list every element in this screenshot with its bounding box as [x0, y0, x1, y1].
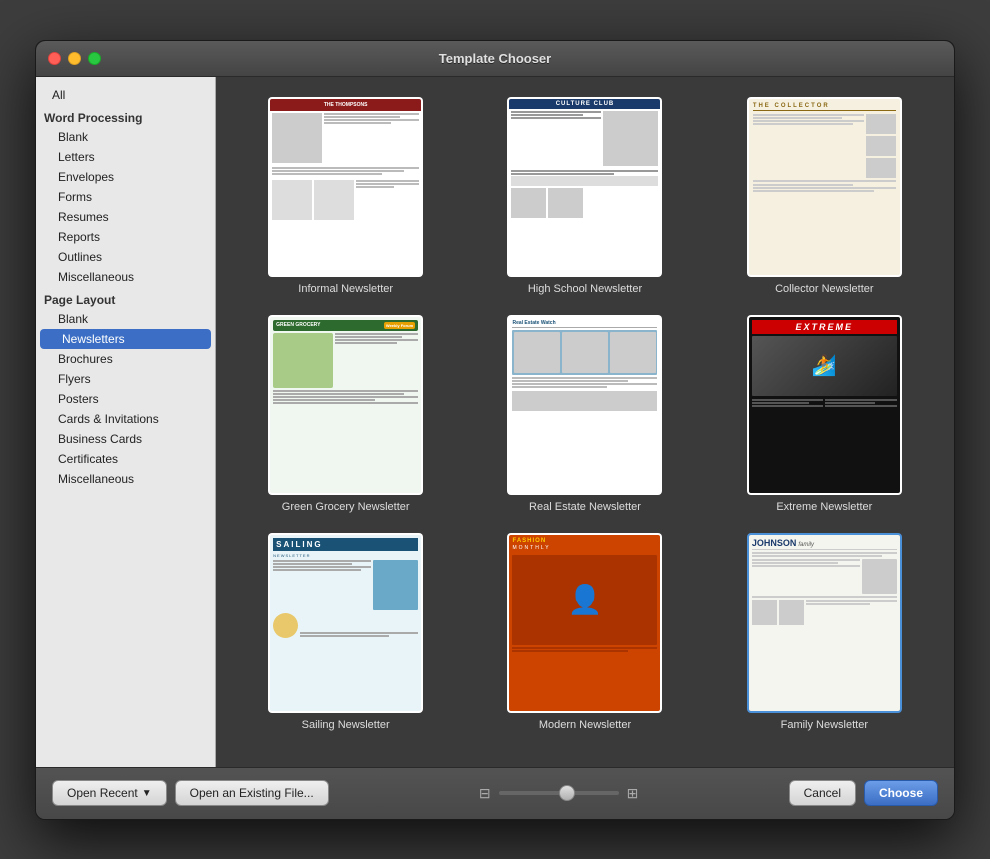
sidebar-category-word-processing: Word Processing: [36, 105, 215, 127]
close-button[interactable]: [48, 52, 61, 65]
sidebar: AllWord ProcessingBlankLettersEnvelopesF…: [36, 77, 216, 767]
sidebar-item-envelopes[interactable]: Envelopes: [36, 167, 215, 187]
template-thumb-informal: THE THOMPSONS: [268, 97, 423, 277]
zoom-in-icon: ⊞: [627, 785, 639, 802]
template-thumb-family: JOHNSON family: [747, 533, 902, 713]
zoom-slider-container: ⊟ ⊞: [337, 785, 781, 802]
template-label-informal: Informal Newsletter: [298, 283, 393, 295]
content-area: AllWord ProcessingBlankLettersEnvelopesF…: [36, 77, 954, 767]
minimize-button[interactable]: [68, 52, 81, 65]
cancel-button[interactable]: Cancel: [789, 780, 856, 806]
template-thumb-grocery: GREEN GROCERY Weekly Forum: [268, 315, 423, 495]
sidebar-item-brochures[interactable]: Brochures: [36, 349, 215, 369]
sidebar-item-certificates[interactable]: Certificates: [36, 449, 215, 469]
open-recent-button[interactable]: Open Recent ▼: [52, 780, 167, 806]
sidebar-item-outlines[interactable]: Outlines: [36, 247, 215, 267]
sidebar-item-misc-wp[interactable]: Miscellaneous: [36, 267, 215, 287]
sidebar-item-newsletters[interactable]: Newsletters: [40, 329, 211, 349]
sidebar-item-posters[interactable]: Posters: [36, 389, 215, 409]
template-item-informal[interactable]: THE THOMPSONS: [236, 97, 455, 295]
template-thumb-extreme: EXTREME 🏄: [747, 315, 902, 495]
templates-grid: THE THOMPSONS: [236, 97, 934, 731]
template-thumb-realestate: Real Estate Watch: [507, 315, 662, 495]
template-label-grocery: Green Grocery Newsletter: [282, 501, 410, 513]
sidebar-item-blank-pl[interactable]: Blank: [36, 309, 215, 329]
template-item-modern[interactable]: FASHION MONTHLY 👤 Modern Newsletter: [475, 533, 694, 731]
template-item-realestate[interactable]: Real Estate Watch Real Estate Newsletter: [475, 315, 694, 513]
sidebar-item-letters[interactable]: Letters: [36, 147, 215, 167]
template-item-collector[interactable]: THE COLLECTOR: [715, 97, 934, 295]
sidebar-item-reports[interactable]: Reports: [36, 227, 215, 247]
sidebar-item-cards-invitations[interactable]: Cards & Invitations: [36, 409, 215, 429]
open-existing-button[interactable]: Open an Existing File...: [175, 780, 329, 806]
chevron-down-icon: ▼: [142, 788, 152, 799]
template-item-extreme[interactable]: EXTREME 🏄: [715, 315, 934, 513]
template-label-modern: Modern Newsletter: [539, 719, 631, 731]
maximize-button[interactable]: [88, 52, 101, 65]
window-title: Template Chooser: [439, 51, 551, 66]
template-thumb-collector: THE COLLECTOR: [747, 97, 902, 277]
sidebar-item-business-cards[interactable]: Business Cards: [36, 429, 215, 449]
traffic-lights: [48, 52, 101, 65]
choose-button[interactable]: Choose: [864, 780, 938, 806]
template-item-sailing[interactable]: SAILING NEWSLETTER: [236, 533, 455, 731]
zoom-out-icon: ⊟: [479, 785, 491, 802]
template-item-family[interactable]: JOHNSON family: [715, 533, 934, 731]
template-chooser-window: Template Chooser AllWord ProcessingBlank…: [35, 40, 955, 820]
template-thumb-modern: FASHION MONTHLY 👤: [507, 533, 662, 713]
template-label-extreme: Extreme Newsletter: [776, 501, 872, 513]
template-label-family: Family Newsletter: [781, 719, 868, 731]
sidebar-item-misc-pl[interactable]: Miscellaneous: [36, 469, 215, 489]
sidebar-item-resumes[interactable]: Resumes: [36, 207, 215, 227]
zoom-slider[interactable]: [499, 791, 619, 795]
template-thumb-sailing: SAILING NEWSLETTER: [268, 533, 423, 713]
titlebar: Template Chooser: [36, 41, 954, 77]
footer: Open Recent ▼ Open an Existing File... ⊟…: [36, 767, 954, 819]
sidebar-item-forms[interactable]: Forms: [36, 187, 215, 207]
sidebar-item-all[interactable]: All: [36, 85, 215, 105]
template-label-collector: Collector Newsletter: [775, 283, 873, 295]
template-label-sailing: Sailing Newsletter: [302, 719, 390, 731]
template-thumb-highschool: CULTURE CLUB: [507, 97, 662, 277]
slider-thumb[interactable]: [559, 785, 575, 801]
sidebar-item-blank-wp[interactable]: Blank: [36, 127, 215, 147]
template-item-grocery[interactable]: GREEN GROCERY Weekly Forum: [236, 315, 455, 513]
template-label-highschool: High School Newsletter: [528, 283, 642, 295]
sidebar-category-page-layout: Page Layout: [36, 287, 215, 309]
sidebar-item-flyers[interactable]: Flyers: [36, 369, 215, 389]
template-item-highschool[interactable]: CULTURE CLUB: [475, 97, 694, 295]
main-area: THE THOMPSONS: [216, 77, 954, 767]
template-label-realestate: Real Estate Newsletter: [529, 501, 641, 513]
